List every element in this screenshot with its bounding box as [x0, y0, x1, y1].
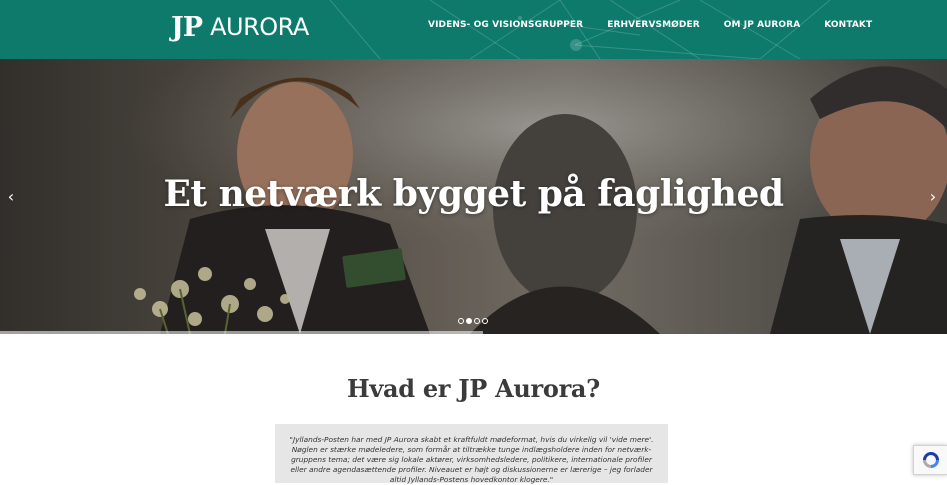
- recaptcha-icon: [922, 452, 939, 468]
- nav-item-erhvervsmoder[interactable]: ERHVERVSMØDER: [607, 20, 700, 30]
- nav-item-kontakt[interactable]: KONTAKT: [824, 20, 872, 30]
- slider-prev-button[interactable]: ‹: [4, 185, 18, 207]
- section-title: Hvad er JP Aurora?: [347, 374, 600, 403]
- nav-item-om-jp-aurora[interactable]: OM JP AURORA: [724, 20, 801, 30]
- hero-slider: Et netværk bygget på faglighed ‹ ›: [0, 59, 947, 334]
- site-header: JP AURORA VIDENS- OG VISIONSGRUPPER ERHV…: [0, 0, 947, 59]
- main-nav: VIDENS- OG VISIONSGRUPPER ERHVERVSMØDER …: [428, 20, 872, 30]
- nav-item-videns-og-visionsgrupper[interactable]: VIDENS- OG VISIONSGRUPPER: [428, 20, 583, 30]
- slider-dot-3[interactable]: [474, 318, 480, 324]
- slider-next-button[interactable]: ›: [926, 185, 940, 207]
- slider-dot-1[interactable]: [458, 318, 464, 324]
- jp-aurora-logo[interactable]: JP AURORA: [171, 11, 309, 43]
- recaptcha-badge[interactable]: [913, 445, 947, 475]
- slider-dot-4[interactable]: [482, 318, 488, 324]
- slider-pagination: [458, 318, 488, 324]
- logo-mark: JP: [171, 11, 203, 43]
- testimonial-quote: "Jyllands-Posten har med JP Aurora skabt…: [275, 424, 668, 484]
- slider-dot-2[interactable]: [466, 318, 472, 324]
- slider-progress-bar: [0, 331, 483, 334]
- chevron-right-icon: ›: [929, 186, 937, 206]
- logo-name: AURORA: [210, 13, 309, 41]
- hero-headline: Et netværk bygget på faglighed: [163, 173, 784, 215]
- chevron-left-icon: ‹: [7, 186, 15, 206]
